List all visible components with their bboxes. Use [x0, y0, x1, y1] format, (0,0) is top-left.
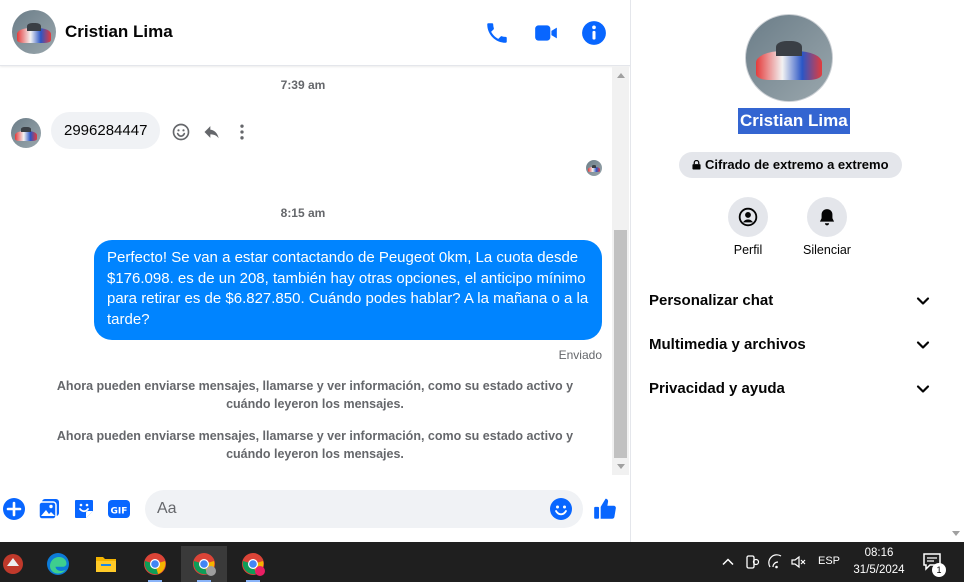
timestamp: 7:39 am: [280, 78, 326, 92]
incoming-message[interactable]: 2996284447: [51, 112, 161, 149]
scroll-down-arrow[interactable]: [617, 464, 625, 469]
scroll-thumb[interactable]: [614, 230, 627, 458]
message-list[interactable]: 7:39 am 2996284447 8:15 am Perfecto! Se …: [0, 67, 612, 475]
seen-avatar: [586, 160, 602, 176]
chrome-profile-icon: [242, 553, 265, 576]
sender-avatar[interactable]: [11, 118, 41, 148]
edge-icon: [47, 553, 69, 575]
outgoing-message[interactable]: Perfecto! Se van a estar contactando de …: [94, 240, 602, 340]
taskbar-chrome-profile[interactable]: [230, 546, 276, 582]
windows-taskbar: ESP 08:16 31/5/2024 1: [0, 542, 964, 582]
scroll-down-arrow[interactable]: [952, 531, 960, 536]
more-options-icon[interactable]: [232, 122, 252, 142]
taskbar-chrome[interactable]: [132, 546, 178, 582]
mute-button[interactable]: [807, 197, 847, 237]
timestamp: 8:15 am: [280, 206, 326, 220]
page-scrollbar[interactable]: [948, 0, 964, 542]
clock-time: 08:16: [864, 547, 894, 559]
svg-text:GIF: GIF: [111, 507, 128, 517]
section-media-files[interactable]: Multimedia y archivos: [649, 325, 931, 365]
video-call-icon[interactable]: [533, 20, 559, 46]
input-language[interactable]: ESP: [818, 555, 840, 567]
profile-label: Perfil: [733, 243, 763, 257]
composer: GIF: [0, 480, 630, 540]
message-scrollbar[interactable]: [612, 67, 629, 475]
chevron-down-icon: [916, 297, 930, 305]
contact-name[interactable]: Cristian Lima: [65, 22, 173, 42]
message-input[interactable]: [145, 490, 583, 528]
react-icon[interactable]: [171, 122, 191, 142]
wifi-icon[interactable]: [768, 554, 784, 570]
chevron-up-icon[interactable]: [720, 554, 736, 570]
phone-icon[interactable]: [484, 20, 510, 46]
gif-icon[interactable]: GIF: [107, 497, 131, 521]
system-notice: Ahora pueden enviarse mensajes, llamarse…: [56, 379, 574, 411]
section-label: Privacidad y ayuda: [649, 380, 785, 397]
system-notice: Ahora pueden enviarse mensajes, llamarse…: [56, 429, 574, 461]
emoji-icon[interactable]: [549, 497, 573, 521]
reply-icon[interactable]: [202, 122, 222, 142]
chevron-down-icon: [916, 341, 930, 349]
taskbar-file-explorer[interactable]: [83, 546, 129, 582]
system-clock[interactable]: 08:16 31/5/2024: [846, 545, 912, 579]
notification-badge: 1: [932, 563, 946, 577]
profile-button[interactable]: [728, 197, 768, 237]
conversation-info-panel: Cristian Lima Cifrado de extremo a extre…: [630, 0, 948, 542]
app-icon: [3, 554, 23, 574]
thumbs-up-icon[interactable]: [592, 496, 618, 522]
lock-icon: [692, 160, 701, 170]
chat-pane: Cristian Lima 7:39 am 2996284447 8:15 am…: [0, 0, 630, 542]
profile-avatar[interactable]: [745, 14, 833, 102]
plus-circle-icon[interactable]: [2, 497, 26, 521]
profile-name[interactable]: Cristian Lima: [738, 108, 850, 134]
section-customize-chat[interactable]: Personalizar chat: [649, 281, 931, 321]
clock-date: 31/5/2024: [853, 564, 905, 576]
message-status: Enviado: [558, 348, 602, 362]
bell-icon: [819, 209, 835, 226]
screen: Cristian Lima 7:39 am 2996284447 8:15 am…: [0, 0, 964, 582]
contact-avatar[interactable]: [12, 10, 56, 54]
mute-label: Silenciar: [803, 243, 851, 257]
folder-icon: [96, 557, 116, 572]
taskbar-app-pinned[interactable]: [0, 546, 36, 582]
section-label: Personalizar chat: [649, 292, 774, 309]
section-privacy-help[interactable]: Privacidad y ayuda: [649, 369, 931, 409]
chrome-icon: [144, 553, 166, 575]
gallery-icon[interactable]: [37, 497, 61, 521]
taskbar-edge[interactable]: [35, 546, 81, 582]
taskbar-chrome-profile-active[interactable]: [181, 546, 227, 582]
section-label: Multimedia y archivos: [649, 336, 806, 353]
chrome-profile-icon: [193, 553, 216, 576]
info-icon[interactable]: [581, 20, 607, 46]
scroll-up-arrow[interactable]: [617, 73, 625, 78]
sticker-icon[interactable]: [72, 497, 96, 521]
meet-now-icon[interactable]: [744, 554, 760, 570]
encryption-badge[interactable]: Cifrado de extremo a extremo: [679, 152, 902, 178]
profile-icon: [738, 207, 758, 227]
encryption-label: Cifrado de extremo a extremo: [705, 157, 889, 172]
volume-muted-icon[interactable]: [790, 554, 806, 570]
chevron-down-icon: [916, 385, 930, 393]
chat-header: Cristian Lima: [0, 0, 630, 66]
